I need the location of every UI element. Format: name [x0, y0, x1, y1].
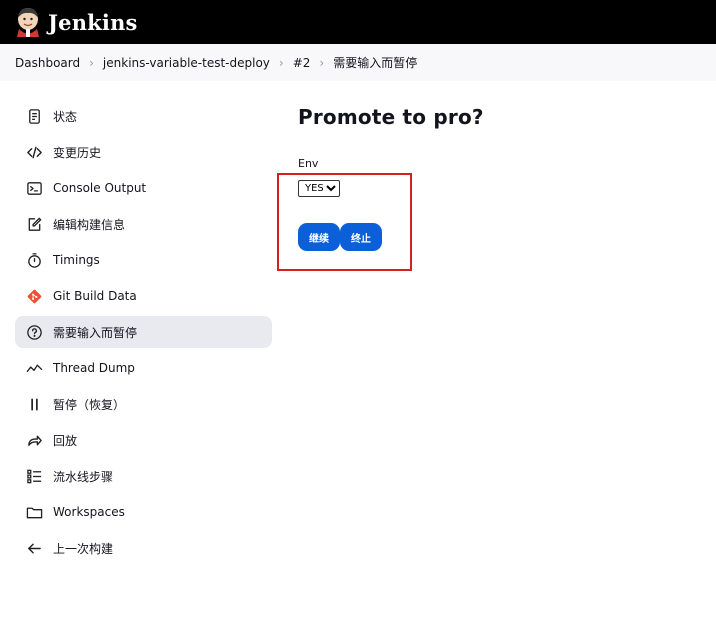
edit-icon [25, 215, 43, 233]
breadcrumb-bar: Dashboard › jenkins-variable-test-deploy… [0, 44, 716, 81]
pulse-icon [25, 359, 43, 377]
status-icon [25, 107, 43, 125]
sidebar-item-pause-resume[interactable]: 暂停（恢复） [15, 388, 272, 420]
proceed-button[interactable]: 继续 [298, 223, 340, 251]
sidebar-item-label: 编辑构建信息 [53, 217, 126, 232]
breadcrumb-current[interactable]: 需要输入而暂停 [333, 54, 417, 71]
sidebar-item-changes[interactable]: 变更历史 [15, 136, 272, 168]
sidebar-item-console-output[interactable]: Console Output [15, 172, 272, 204]
pause-icon [25, 395, 43, 413]
breadcrumb-build[interactable]: #2 [293, 56, 311, 70]
terminal-icon [25, 179, 43, 197]
sidebar-item-label: Thread Dump [53, 361, 135, 375]
page-title: Promote to pro? [298, 105, 484, 129]
jenkins-logo-link[interactable]: Jenkins [15, 7, 138, 37]
sidebar-item-label: Workspaces [53, 505, 125, 519]
breadcrumb-job[interactable]: jenkins-variable-test-deploy [103, 56, 270, 70]
chevron-right-icon: › [319, 55, 325, 70]
app-title: Jenkins [48, 9, 138, 35]
top-header: Jenkins [0, 0, 716, 44]
chevron-right-icon: › [89, 55, 94, 70]
sidebar-item-label: 流水线步骤 [53, 469, 114, 484]
sidebar-item-label: Git Build Data [53, 289, 137, 303]
abort-button[interactable]: 终止 [340, 223, 382, 251]
sidebar-item-label: 状态 [53, 109, 78, 124]
sidebar-item-thread-dump[interactable]: Thread Dump [15, 352, 272, 384]
sidebar-item-label: 回放 [53, 433, 78, 448]
sidebar-item-pipeline-steps[interactable]: 流水线步骤 [15, 460, 272, 492]
env-label: Env [298, 157, 319, 170]
sidebar-item-edit-build-info[interactable]: 编辑构建信息 [15, 208, 272, 240]
arrow-left-icon [25, 539, 43, 557]
help-icon [25, 323, 43, 341]
env-select[interactable]: YES [298, 180, 340, 197]
stopwatch-icon [25, 251, 43, 269]
main-content: Promote to pro? Env YES 继续 终止 [298, 105, 484, 251]
chevron-right-icon: › [278, 55, 284, 70]
steps-icon [25, 467, 43, 485]
sidebar-item-workspaces[interactable]: Workspaces [15, 496, 272, 528]
folder-icon [25, 503, 43, 521]
sidebar-item-git-build-data[interactable]: Git Build Data [15, 280, 272, 312]
sidebar-item-label: 上一次构建 [53, 541, 114, 556]
sidebar: 状态 变更历史 Console Output 编辑构建信息 Timings Gi… [15, 100, 272, 568]
sidebar-item-label: Timings [53, 253, 100, 267]
sidebar-item-previous-build[interactable]: 上一次构建 [15, 532, 272, 564]
breadcrumb-dashboard[interactable]: Dashboard [15, 56, 80, 70]
sidebar-item-label: 变更历史 [53, 145, 102, 160]
sidebar-item-status[interactable]: 状态 [15, 100, 272, 132]
sidebar-item-timings[interactable]: Timings [15, 244, 272, 276]
sidebar-item-label: Console Output [53, 181, 147, 195]
breadcrumb: Dashboard › jenkins-variable-test-deploy… [15, 54, 417, 71]
sidebar-item-label: 暂停（恢复） [53, 397, 126, 412]
replay-icon [25, 431, 43, 449]
sidebar-item-label: 需要输入而暂停 [53, 325, 138, 340]
sidebar-item-paused-for-input[interactable]: 需要输入而暂停 [15, 316, 272, 348]
jenkins-logo-icon [17, 8, 39, 37]
sidebar-item-replay[interactable]: 回放 [15, 424, 272, 456]
code-icon [25, 143, 43, 161]
git-icon [25, 287, 43, 305]
